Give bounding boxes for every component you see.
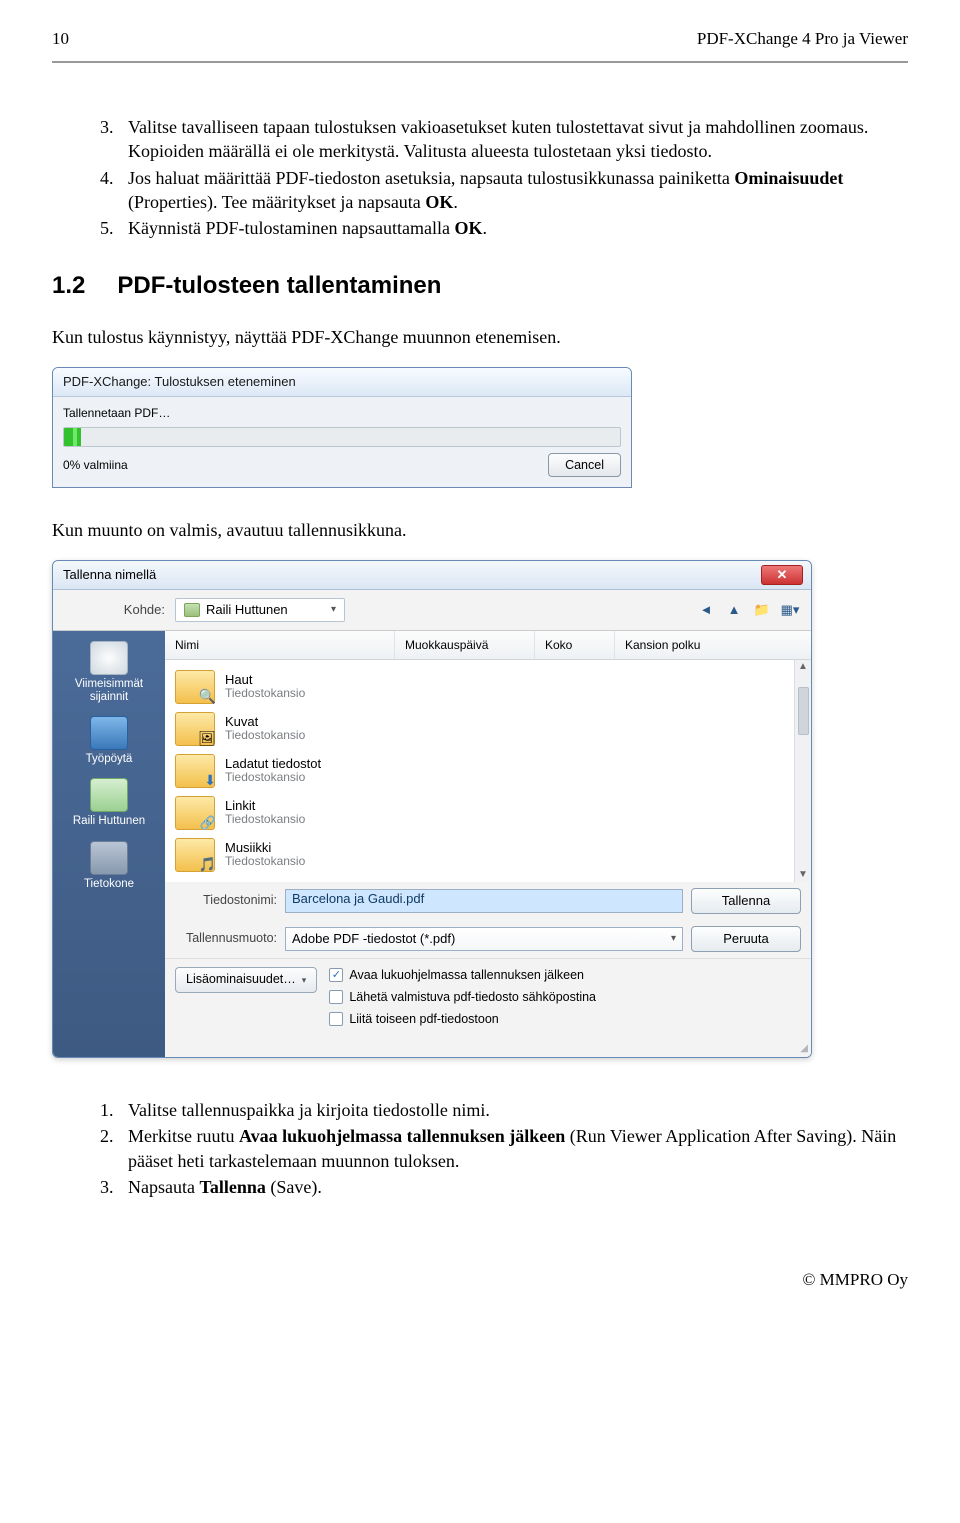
list1-num-3: 3. <box>100 115 128 164</box>
dest-value: Raili Huttunen <box>206 601 288 619</box>
col-size[interactable]: Koko <box>535 631 615 659</box>
progress-dialog: PDF-XChange: Tulostuksen eteneminen Tall… <box>52 367 632 488</box>
checkbox-open-after[interactable]: ✓ Avaa lukuohjelmassa tallennuksen jälke… <box>329 967 596 984</box>
list2-num-1: 1. <box>100 1098 128 1122</box>
list1-text-5: Käynnistä PDF-tulostaminen napsauttamall… <box>128 216 908 240</box>
dest-label: Kohde: <box>63 601 165 619</box>
back-icon[interactable]: ◄ <box>695 600 717 620</box>
view-mode-icon[interactable]: ▦▾ <box>779 600 801 620</box>
list-item[interactable]: LinkitTiedostokansio <box>165 792 811 834</box>
list1-num-4: 4. <box>100 166 128 215</box>
progress-bar <box>63 427 621 447</box>
checkbox-append[interactable]: Liitä toiseen pdf-tiedostoon <box>329 1011 596 1028</box>
list-item[interactable]: MusiikkiTiedostokansio <box>165 834 811 876</box>
paragraph-2: Kun muunto on valmis, avautuu tallennusi… <box>52 518 908 542</box>
scroll-thumb[interactable] <box>798 687 809 735</box>
list-item[interactable]: HautTiedostokansio <box>165 666 811 708</box>
save-button[interactable]: Tallenna <box>691 888 801 914</box>
more-options-button[interactable]: Lisäominaisuudet… <box>175 967 317 993</box>
col-modified[interactable]: Muokkauspäivä <box>395 631 535 659</box>
instruction-list-1: 3. Valitse tavalliseen tapaan tulostukse… <box>100 115 908 240</box>
list2-text-2: Merkitse ruutu Avaa lukuohjelmassa talle… <box>128 1124 908 1173</box>
folder-music-icon <box>175 838 215 872</box>
dialog-cancel-button[interactable]: Peruuta <box>691 926 801 952</box>
filename-input[interactable]: Barcelona ja Gaudi.pdf <box>285 889 683 913</box>
vertical-scrollbar[interactable]: ▲ ▼ <box>794 660 811 882</box>
heading-text: PDF-tulosteen tallentaminen <box>117 270 441 302</box>
doc-title: PDF-XChange 4 Pro ja Viewer <box>697 28 908 51</box>
place-user[interactable]: Raili Huttunen <box>73 778 145 828</box>
list2-num-2: 2. <box>100 1124 128 1173</box>
place-computer[interactable]: Tietokone <box>84 841 134 891</box>
instruction-list-2: 1. Valitse tallennuspaikka ja kirjoita t… <box>100 1098 908 1199</box>
folder-links-icon <box>175 796 215 830</box>
list1-text-3: Valitse tavalliseen tapaan tulostuksen v… <box>128 115 908 164</box>
checkbox-icon <box>329 990 343 1004</box>
place-recent[interactable]: Viimeisimmät sijainnit <box>57 641 161 704</box>
list-item[interactable]: Ladatut tiedostotTiedostokansio <box>165 750 811 792</box>
column-headers[interactable]: Nimi Muokkauspäivä Koko Kansion polku <box>165 631 811 660</box>
list1-text-4: Jos haluat määrittää PDF-tiedoston asetu… <box>128 166 908 215</box>
filename-label: Tiedostonimi: <box>175 892 277 909</box>
list2-num-3: 3. <box>100 1175 128 1199</box>
desktop-icon <box>90 716 128 750</box>
checkbox-email[interactable]: Lähetä valmistuva pdf-tiedosto sähköpost… <box>329 989 596 1006</box>
up-icon[interactable]: ▲ <box>723 600 745 620</box>
save-as-dialog: Tallenna nimellä ✕ Kohde: Raili Huttunen… <box>52 560 812 1058</box>
heading-number: 1.2 <box>52 270 85 302</box>
list2-text-3: Napsauta Tallenna (Save). <box>128 1175 908 1199</box>
progress-percent: 0% valmiina <box>63 457 128 473</box>
close-button[interactable]: ✕ <box>761 565 803 585</box>
saveas-title: Tallenna nimellä <box>63 566 156 584</box>
folder-list: HautTiedostokansio KuvatTiedostokansio L… <box>165 660 811 882</box>
places-bar: Viimeisimmät sijainnit Työpöytä Raili Hu… <box>53 631 165 1057</box>
paragraph-1: Kun tulostus käynnistyy, näyttää PDF-XCh… <box>52 325 908 349</box>
format-dropdown[interactable]: Adobe PDF -tiedostot (*.pdf) <box>285 927 683 951</box>
resize-grip-icon[interactable]: ◢ <box>165 1042 811 1058</box>
page-number: 10 <box>52 28 69 51</box>
computer-icon <box>90 841 128 875</box>
place-desktop[interactable]: Työpöytä <box>86 716 133 766</box>
col-name[interactable]: Nimi <box>165 631 395 659</box>
chevron-down-icon: ▾ <box>331 603 336 617</box>
folder-downloads-icon <box>175 754 215 788</box>
list1-num-5: 5. <box>100 216 128 240</box>
scroll-down-icon[interactable]: ▼ <box>798 868 808 882</box>
recent-icon <box>90 641 128 675</box>
new-folder-icon[interactable]: 📁 <box>751 600 773 620</box>
col-path[interactable]: Kansion polku <box>615 631 811 659</box>
progress-status: Tallennetaan PDF… <box>63 405 621 421</box>
section-heading: 1.2 PDF-tulosteen tallentaminen <box>52 270 908 302</box>
footer-copyright: © MMPRO Oy <box>52 1269 908 1292</box>
folder-search-icon <box>175 670 215 704</box>
list-item[interactable]: KuvatTiedostokansio <box>165 708 811 750</box>
progress-title: PDF-XChange: Tulostuksen eteneminen <box>53 368 631 397</box>
checkbox-icon <box>329 1012 343 1026</box>
dest-dropdown[interactable]: Raili Huttunen ▾ <box>175 598 345 622</box>
user-folder-icon <box>90 778 128 812</box>
header-rule <box>52 61 908 63</box>
checkbox-icon: ✓ <box>329 968 343 982</box>
format-label: Tallennusmuoto: <box>175 930 277 947</box>
folder-icon <box>184 603 200 617</box>
close-icon: ✕ <box>777 566 788 584</box>
cancel-button[interactable]: Cancel <box>548 453 621 477</box>
list2-text-1: Valitse tallennuspaikka ja kirjoita tied… <box>128 1098 908 1122</box>
folder-images-icon <box>175 712 215 746</box>
scroll-up-icon[interactable]: ▲ <box>798 660 808 674</box>
